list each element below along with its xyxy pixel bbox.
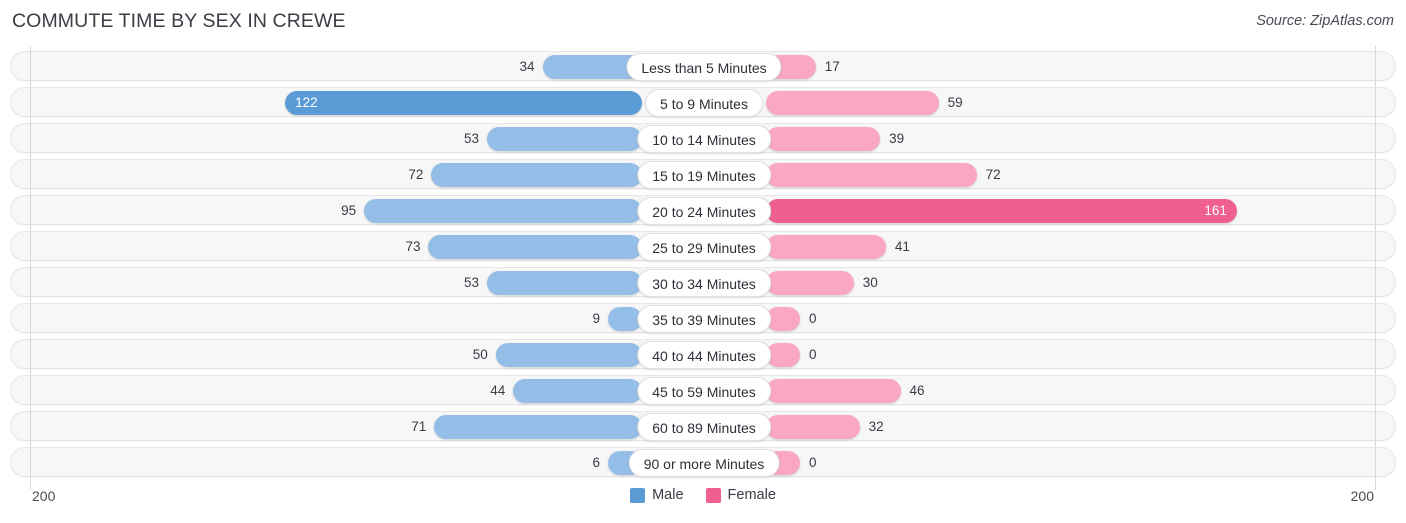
bar-female[interactable]: [766, 379, 901, 403]
bar-value-female: 30: [862, 275, 878, 290]
bar-row[interactable]: 72 72 15 to 19 Minutes: [10, 159, 1396, 189]
bar-layer: 6 0 90 or more Minutes: [11, 448, 1397, 478]
bar-value-female: 17: [824, 59, 840, 74]
category-label[interactable]: 60 to 89 Minutes: [637, 413, 771, 441]
bar-value-male: 95: [341, 203, 357, 218]
chart-header: COMMUTE TIME BY SEX IN CREWE Source: Zip…: [0, 0, 1406, 46]
bar-male[interactable]: [513, 379, 642, 403]
category-label[interactable]: 30 to 34 Minutes: [637, 269, 771, 297]
bar-value-male: 44: [490, 383, 506, 398]
category-label[interactable]: 20 to 24 Minutes: [637, 197, 771, 225]
bar-male[interactable]: [434, 415, 642, 439]
legend-swatch-male-icon: [630, 487, 646, 503]
bar-layer: 71 32 60 to 89 Minutes: [11, 412, 1397, 442]
category-label[interactable]: Less than 5 Minutes: [626, 53, 782, 81]
bar-male[interactable]: [495, 343, 642, 367]
bar-row[interactable]: 73 41 25 to 29 Minutes: [10, 231, 1396, 261]
bar-value-male: 122: [295, 95, 318, 110]
bar-value-female: 59: [947, 95, 963, 110]
legend-label-female: Female: [727, 487, 776, 503]
category-label[interactable]: 40 to 44 Minutes: [637, 341, 771, 369]
bar-value-male: 50: [472, 347, 488, 362]
bar-value-female: 46: [909, 383, 925, 398]
bar-rows: 34 17 Less than 5 Minutes 122 59 5 to 9 Minut…: [0, 46, 1406, 482]
bar-female[interactable]: [766, 127, 881, 151]
bar-layer: 9 0 35 to 39 Minutes: [11, 304, 1397, 334]
bar-row[interactable]: 44 46 45 to 59 Minutes: [10, 375, 1396, 405]
chart-container: COMMUTE TIME BY SEX IN CREWE Source: Zip…: [0, 0, 1406, 523]
legend-label-male: Male: [652, 487, 684, 503]
bar-row[interactable]: 9 0 35 to 39 Minutes: [10, 303, 1396, 333]
bar-layer: 44 46 45 to 59 Minutes: [11, 376, 1397, 406]
bar-row[interactable]: 6 0 90 or more Minutes: [10, 447, 1396, 477]
bar-male[interactable]: [486, 271, 642, 295]
category-label[interactable]: 35 to 39 Minutes: [637, 305, 771, 333]
category-label[interactable]: 90 or more Minutes: [628, 449, 780, 477]
legend: Male Female: [0, 487, 1406, 503]
bar-row[interactable]: 95 161 20 to 24 Minutes: [10, 195, 1396, 225]
plot-area: 34 17 Less than 5 Minutes 122 59 5 to 9 Minut…: [0, 46, 1406, 490]
bar-value-male: 73: [405, 239, 421, 254]
bar-value-female: 0: [809, 347, 817, 362]
bar-row[interactable]: 34 17 Less than 5 Minutes: [10, 51, 1396, 81]
bar-layer: 50 0 40 to 44 Minutes: [11, 340, 1397, 370]
bar-female[interactable]: [766, 415, 860, 439]
bar-layer: 122 59 5 to 9 Minutes: [11, 88, 1397, 118]
category-label[interactable]: 10 to 14 Minutes: [637, 125, 771, 153]
bar-value-female: 32: [868, 419, 884, 434]
bar-value-female: 72: [985, 167, 1001, 182]
bar-row[interactable]: 122 59 5 to 9 Minutes: [10, 87, 1396, 117]
bar-value-female: 0: [809, 455, 817, 470]
bar-value-male: 53: [463, 275, 479, 290]
bar-row[interactable]: 53 39 10 to 14 Minutes: [10, 123, 1396, 153]
category-label[interactable]: 15 to 19 Minutes: [637, 161, 771, 189]
bar-female[interactable]: [766, 343, 800, 367]
chart-footer: 200 200 Male Female: [0, 482, 1406, 523]
legend-item-female[interactable]: Female: [705, 487, 776, 503]
category-label[interactable]: 25 to 29 Minutes: [637, 233, 771, 261]
bar-value-male: 53: [463, 131, 479, 146]
bar-male[interactable]: [431, 163, 642, 187]
bar-value-male: 71: [411, 419, 427, 434]
bar-female[interactable]: [766, 235, 886, 259]
bar-layer: 53 30 30 to 34 Minutes: [11, 268, 1397, 298]
bar-layer: 72 72 15 to 19 Minutes: [11, 160, 1397, 190]
source-attribution: Source: ZipAtlas.com: [1256, 13, 1394, 29]
legend-item-male[interactable]: Male: [630, 487, 684, 503]
bar-value-female: 0: [809, 311, 817, 326]
bar-female[interactable]: [766, 271, 854, 295]
bar-value-female: 39: [889, 131, 905, 146]
bar-value-female: 41: [894, 239, 910, 254]
legend-swatch-female-icon: [705, 487, 721, 503]
bar-layer: 95 161 20 to 24 Minutes: [11, 196, 1397, 226]
bar-female[interactable]: [766, 91, 939, 115]
bar-value-male: 6: [592, 455, 600, 470]
bar-male[interactable]: [486, 127, 642, 151]
bar-row[interactable]: 53 30 30 to 34 Minutes: [10, 267, 1396, 297]
bar-layer: 34 17 Less than 5 Minutes: [11, 52, 1397, 82]
bar-layer: 73 41 25 to 29 Minutes: [11, 232, 1397, 262]
bar-row[interactable]: 50 0 40 to 44 Minutes: [10, 339, 1396, 369]
bar-layer: 53 39 10 to 14 Minutes: [11, 124, 1397, 154]
page-title: COMMUTE TIME BY SEX IN CREWE: [12, 10, 346, 32]
bar-female[interactable]: [766, 307, 800, 331]
bar-male[interactable]: [428, 235, 642, 259]
bar-value-male: 72: [408, 167, 424, 182]
bar-value-female: 161: [1204, 203, 1227, 218]
bar-male[interactable]: [364, 199, 642, 223]
category-label[interactable]: 5 to 9 Minutes: [645, 89, 763, 117]
bar-row[interactable]: 71 32 60 to 89 Minutes: [10, 411, 1396, 441]
bar-value-male: 9: [592, 311, 600, 326]
category-label[interactable]: 45 to 59 Minutes: [637, 377, 771, 405]
bar-value-male: 34: [519, 59, 535, 74]
bar-female[interactable]: [766, 163, 977, 187]
